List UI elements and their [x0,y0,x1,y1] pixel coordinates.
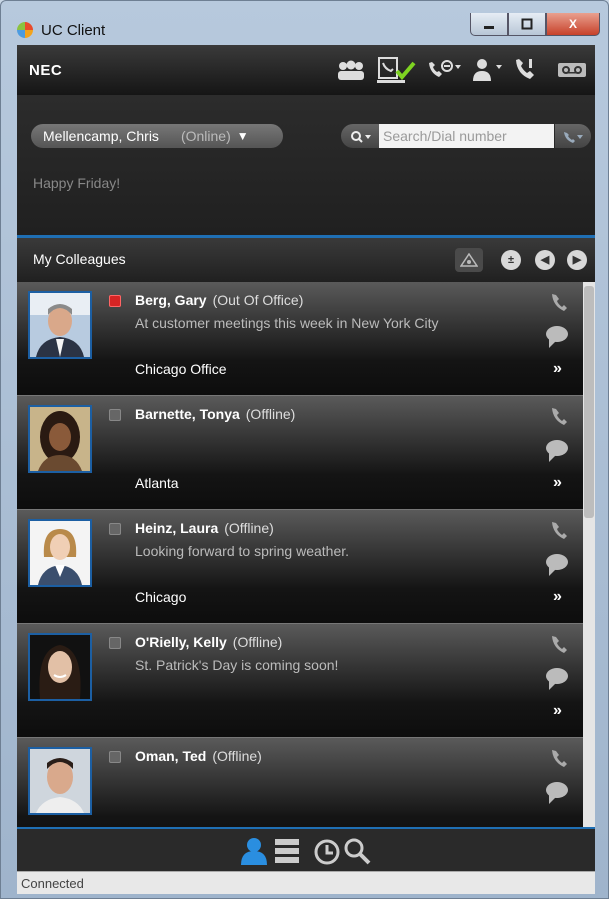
title-bar[interactable]: UC Client X [1,1,608,41]
contact-location: Chicago Office [135,361,227,377]
avatar [28,291,92,359]
chevron-right-icon: ▶ [572,254,582,266]
expand-details-icon[interactable]: » [553,588,562,606]
presence-offline-icon [109,409,121,421]
expand-details-icon[interactable]: » [553,360,562,378]
colleagues-header: My Colleagues ± ◀ ▶ [17,238,595,282]
status-message[interactable]: Happy Friday! [33,175,120,191]
chevron-down-icon: ▼ [236,129,249,143]
close-button[interactable]: X [546,13,600,36]
contact-state: (Offline) [224,520,274,536]
group-icon[interactable] [335,57,367,83]
chevron-left-icon: ◀ [540,254,550,266]
brand-logo: NEC [29,62,63,79]
user-name: Mellencamp, Chris [43,128,159,144]
dial-button[interactable] [555,124,591,148]
directory-tab-icon[interactable] [273,837,301,865]
search-input[interactable] [379,124,554,148]
call-icon[interactable] [549,748,567,775]
contact-location: Chicago [135,589,187,605]
contact-name[interactable]: Heinz, Laura (Offline) [135,520,274,536]
status-bar: Connected [17,871,595,894]
minimize-icon [484,26,494,29]
call-icon[interactable] [549,520,567,547]
chat-icon[interactable] [546,554,568,576]
search-tab-icon[interactable] [343,837,371,865]
presence-available-icon[interactable] [377,57,419,83]
contact-menu-icon[interactable] [471,57,505,83]
presence-selector[interactable]: Mellencamp, Chris (Online) ▼ [31,124,283,148]
contact-note: St. Patrick's Day is coming soon! [135,657,339,673]
maximize-button[interactable] [508,13,546,36]
list-scrollbar[interactable] [583,282,595,827]
contact-name[interactable]: Barnette, Tonya (Offline) [135,406,295,422]
colleague-card[interactable]: O'Rielly, Kelly (Offline) St. Patrick's D… [17,624,583,738]
app-logo-icon [17,22,33,38]
phone-status-icon[interactable] [511,57,537,83]
group-view-button[interactable] [455,248,483,272]
main-toolbar: NEC [17,45,595,96]
presence-offline-icon [109,751,121,763]
add-remove-colleague-button[interactable]: ± [501,250,521,270]
triangle-group-icon [459,252,479,267]
app-window: UC Client X NEC Mellencamp, Chris (Onlin… [0,0,609,899]
previous-group-button[interactable]: ◀ [535,250,555,270]
expand-details-icon[interactable]: » [553,702,562,720]
history-clock-icon[interactable] [313,837,341,865]
search-options-button[interactable] [341,124,381,148]
presence-out-of-office-icon [109,295,121,307]
search-dial-box [341,123,591,149]
plus-minus-icon: ± [507,254,515,266]
colleague-card[interactable]: Berg, Gary (Out Of Office) At customer me… [17,282,583,396]
call-icon[interactable] [549,292,567,319]
avatar [28,405,92,473]
minimize-button[interactable] [470,13,508,36]
phone-icon [564,131,583,143]
window-controls: X [470,13,600,37]
contact-state: (Offline) [245,406,296,422]
contact-name[interactable]: O'Rielly, Kelly (Offline) [135,634,282,650]
voicemail-icon[interactable] [557,57,587,83]
chat-icon[interactable] [546,326,568,348]
maximize-icon [521,18,533,30]
presence-offline-icon [109,523,121,535]
avatar [28,633,92,701]
colleague-card[interactable]: Heinz, Laura (Offline) Looking forward to… [17,510,583,624]
close-icon: X [568,17,577,31]
scrollbar-thumb[interactable] [584,286,594,518]
contact-note: Looking forward to spring weather. [135,543,350,559]
contact-name[interactable]: Berg, Gary (Out Of Office) [135,292,303,308]
avatar [28,747,92,815]
contacts-tab-icon[interactable] [239,837,269,865]
search-icon [351,130,371,143]
contact-state: (Out Of Office) [212,292,304,308]
colleague-list: Berg, Gary (Out Of Office) At customer me… [17,282,583,827]
connection-status: Connected [21,876,84,891]
colleague-card[interactable]: Barnette, Tonya (Offline) Atlanta » [17,396,583,510]
contact-location: Atlanta [135,475,179,491]
chat-icon[interactable] [546,440,568,462]
user-presence-state: (Online) [180,128,231,144]
call-forward-menu-icon[interactable] [425,57,463,83]
call-icon[interactable] [549,634,567,661]
client-area: NEC Mellencamp, Chris (Online) ▼ Search/… [17,45,595,894]
colleague-card[interactable]: Oman, Ted (Offline) [17,738,583,827]
my-status-panel: Mellencamp, Chris (Online) ▼ Search/Dial… [17,95,595,238]
expand-details-icon[interactable]: » [553,474,562,492]
chat-icon[interactable] [546,668,568,690]
bottom-navigation [17,827,595,873]
next-group-button[interactable]: ▶ [567,250,587,270]
chat-icon[interactable] [546,782,568,804]
contact-name[interactable]: Oman, Ted (Offline) [135,748,262,764]
contact-state: (Offline) [212,748,262,764]
contact-state: (Offline) [232,634,283,650]
avatar [28,519,92,587]
call-icon[interactable] [549,406,567,433]
section-title: My Colleagues [33,251,126,267]
window-title: UC Client [41,22,106,39]
presence-offline-icon [109,637,121,649]
contact-note: At customer meetings this week in New Yo… [135,315,439,331]
